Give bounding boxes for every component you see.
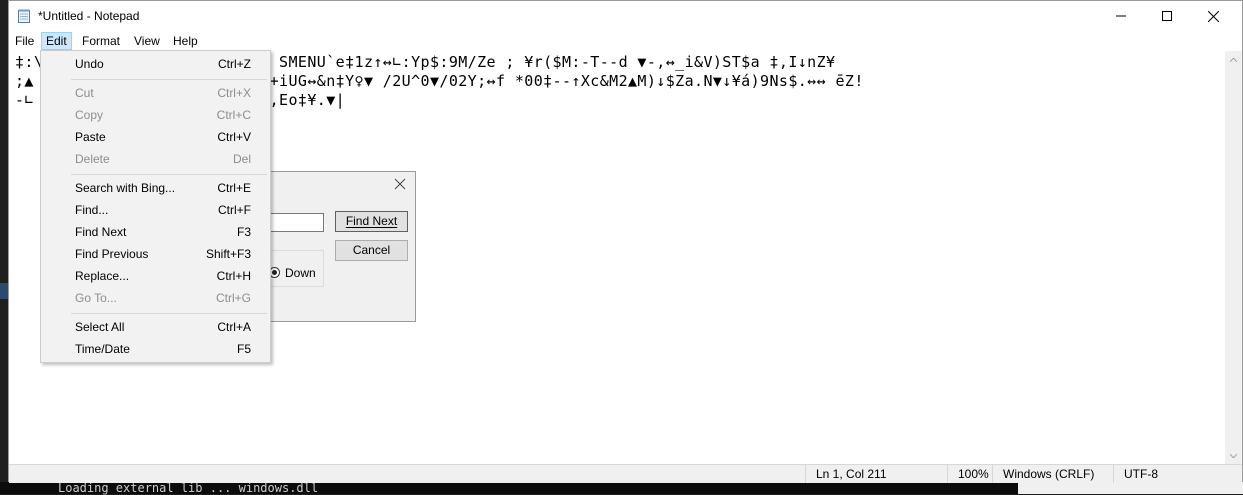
menu-item-label: Search with Bing... [75,181,176,195]
line-ending: Windows (CRLF) [992,465,1114,483]
minimize-icon [1116,15,1126,17]
menu-item-cut[interactable]: Cut Ctrl+X [41,82,270,104]
cancel-button[interactable]: Cancel [335,240,408,261]
menu-edit[interactable]: Edit [41,32,72,50]
menu-item-undo[interactable]: Undo Ctrl+Z [41,53,270,75]
notepad-icon [18,9,30,23]
background-accent [0,283,8,299]
menu-item-shortcut: F3 [236,225,251,239]
scroll-up-button[interactable] [1225,51,1242,68]
chevron-up-icon [1230,57,1237,62]
menu-item-copy[interactable]: Copy Ctrl+C [41,104,270,126]
close-button[interactable] [1190,1,1236,31]
menu-item-label: Go To... [75,291,117,305]
menu-bar: File Edit Format View Help [9,31,1242,51]
menu-item-shortcut: Ctrl+V [217,130,251,144]
menu-item-label: Find... [75,203,109,217]
menu-item-label: Delete [75,152,110,166]
find-next-label: Find Next [345,214,398,228]
background-terminal-text: Loading external lib ... windows.dll [58,481,319,495]
zoom-level: 100% [947,465,997,483]
menu-item-shortcut: F5 [236,342,251,356]
title-bar[interactable]: *Untitled - Notepad [9,1,1242,31]
menu-item-shortcut: Ctrl+C [216,108,251,122]
menu-item-goto[interactable]: Go To... Ctrl+G [41,287,270,309]
maximize-button[interactable] [1144,1,1190,31]
menu-item-search-bing[interactable]: Search with Bing... Ctrl+E [41,177,270,199]
menu-view[interactable]: View [130,32,164,50]
status-bar: Ln 1, Col 211 100% Windows (CRLF) UTF-8 [9,464,1242,483]
menu-item-shortcut: Shift+F3 [205,247,251,261]
menu-item-find-next[interactable]: Find Next F3 [41,221,270,243]
menu-item-shortcut: Ctrl+F [218,203,251,217]
menu-format[interactable]: Format [78,32,124,50]
menu-item-find-previous[interactable]: Find Previous Shift+F3 [41,243,270,265]
direction-down-label: Down [285,266,316,280]
menu-item-find[interactable]: Find... Ctrl+F [41,199,270,221]
encoding: UTF-8 [1113,465,1226,483]
cursor-position: Ln 1, Col 211 [805,465,947,483]
menu-item-time-date[interactable]: Time/Date F5 [41,338,270,360]
menu-item-label: Time/Date [75,342,130,356]
find-next-button[interactable]: Find Next [335,211,408,232]
menu-item-shortcut: Del [232,152,251,166]
menu-item-label: Paste [75,130,106,144]
menu-separator [71,174,267,175]
menu-item-shortcut: Ctrl+Z [218,57,251,71]
menu-item-replace[interactable]: Replace... Ctrl+H [41,265,270,287]
close-icon [1207,10,1219,22]
background-window-edge [1018,482,1243,494]
menu-item-delete[interactable]: Delete Del [41,148,270,170]
menu-item-select-all[interactable]: Select All Ctrl+A [41,316,270,338]
menu-separator [71,313,267,314]
scroll-down-button[interactable] [1225,447,1242,464]
menu-item-shortcut: Ctrl+G [215,291,251,305]
menu-item-label: Copy [75,108,104,122]
close-icon[interactable] [393,177,407,191]
window-title: *Untitled - Notepad [38,9,140,23]
menu-item-shortcut: Ctrl+E [217,181,251,195]
menu-item-label: Find Next [75,225,127,239]
menu-item-label: Undo [75,57,104,71]
background-desktop [0,0,8,494]
cancel-label: Cancel [352,243,391,257]
menu-item-shortcut: Ctrl+H [216,269,251,283]
menu-item-label: Select All [75,320,125,334]
menu-separator [71,79,267,80]
menu-item-paste[interactable]: Paste Ctrl+V [41,126,270,148]
vertical-scrollbar[interactable] [1225,51,1242,464]
maximize-icon [1162,11,1172,21]
menu-item-label: Cut [75,86,94,100]
minimize-button[interactable] [1098,1,1144,31]
menu-item-label: Find Previous [75,247,149,261]
chevron-down-icon [1230,453,1237,458]
edit-menu-dropdown: Undo Ctrl+Z Cut Ctrl+X Copy Ctrl+C Paste… [40,50,271,363]
menu-item-shortcut: Ctrl+A [217,320,251,334]
menu-item-label: Replace... [75,269,130,283]
menu-help[interactable]: Help [169,32,202,50]
menu-file[interactable]: File [11,32,38,50]
menu-item-shortcut: Ctrl+X [217,86,251,100]
